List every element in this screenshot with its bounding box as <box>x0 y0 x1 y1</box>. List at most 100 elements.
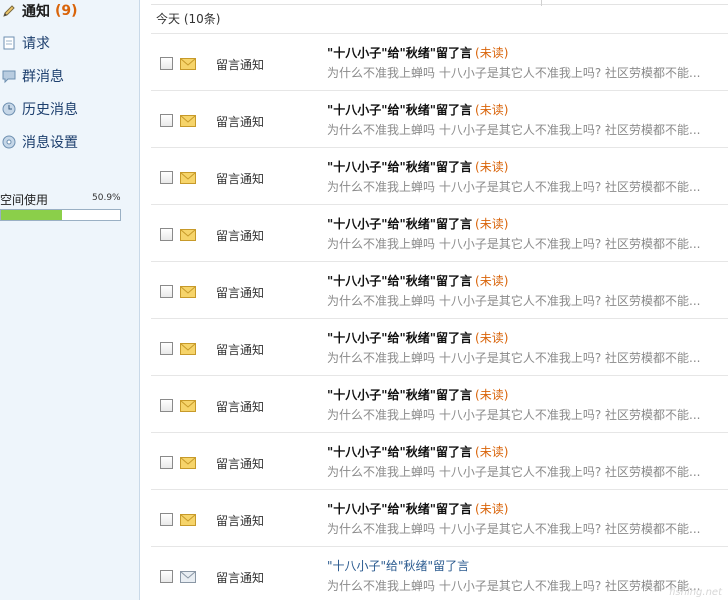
unread-status: (未读) <box>475 445 509 459</box>
sidebar-item-label: 消息设置 <box>22 135 78 151</box>
row-checkbox[interactable] <box>160 114 173 127</box>
space-usage-fill <box>1 210 62 220</box>
notification-row[interactable]: 留言通知 "十八小子"给"秋绪"留了言 (未读) 为什么不准我上蝉吗 十八小子是其它人… <box>151 490 728 547</box>
mail-unread-icon <box>180 514 196 526</box>
notification-type: 留言通知 <box>216 343 265 357</box>
sidebar-item-label: 请求 <box>22 36 50 52</box>
notification-preview: 为什么不准我上蝉吗 十八小子是其它人不准我上吗? 社区劳模都不能... <box>327 66 701 80</box>
mail-unread-icon <box>180 457 196 469</box>
notification-row[interactable]: 留言通知 "十八小子"给"秋绪"留了言 (未读) 为什么不准我上蝉吗 十八小子是其它人… <box>151 319 728 376</box>
notification-row[interactable]: 留言通知 "十八小子"给"秋绪"留了言 (未读) 为什么不准我上蝉吗 十八小子是其它人… <box>151 433 728 490</box>
unread-status: (未读) <box>475 274 509 288</box>
sidebar-item-label: 群消息 <box>22 69 64 85</box>
space-usage-percent: 50.9% <box>92 193 121 203</box>
notification-preview: 为什么不准我上蝉吗 十八小子是其它人不准我上吗? 社区劳模都不能... <box>327 123 701 137</box>
unread-status: (未读) <box>475 331 509 345</box>
notification-title: "十八小子"给"秋绪"留了言 <box>327 502 473 516</box>
notification-title-link[interactable]: "十八小子"给"秋绪"留了言 (未读) <box>327 329 508 346</box>
row-checkbox[interactable] <box>160 285 173 298</box>
notification-row[interactable]: 留言通知 "十八小子"给"秋绪"留了言 (未读) 为什么不准我上蝉吗 十八小子是其它人… <box>151 262 728 319</box>
chat-icon <box>1 68 17 84</box>
notification-title: "十八小子"给"秋绪"留了言 <box>327 388 473 402</box>
mail-unread-icon <box>180 229 196 241</box>
row-checkbox[interactable] <box>160 57 173 70</box>
notification-row[interactable]: 留言通知 "十八小子"给"秋绪"留了言 (未读) 为什么不准我上蝉吗 十八小子是其它人… <box>151 148 728 205</box>
top-divider <box>151 0 728 5</box>
mail-unread-icon <box>180 343 196 355</box>
pencil-icon <box>1 3 17 19</box>
notification-title-link[interactable]: "十八小子"给"秋绪"留了言 (未读) <box>327 500 508 517</box>
mail-unread-icon <box>180 172 196 184</box>
row-checkbox[interactable] <box>160 399 173 412</box>
row-checkbox[interactable] <box>160 570 173 583</box>
row-checkbox[interactable] <box>160 513 173 526</box>
mail-unread-icon <box>180 286 196 298</box>
notification-title-link[interactable]: "十八小子"给"秋绪"留了言 (未读) <box>327 215 508 232</box>
notification-type: 留言通知 <box>216 286 265 300</box>
notification-title-link[interactable]: "十八小子"给"秋绪"留了言 (未读) <box>327 44 508 61</box>
sidebar-item-notifications[interactable]: 通知 (9) <box>0 0 139 22</box>
notification-title: "十八小子"给"秋绪"留了言 <box>327 274 473 288</box>
sidebar-item-group-messages[interactable]: 群消息 <box>0 65 139 87</box>
row-checkbox[interactable] <box>160 456 173 469</box>
notification-title: "十八小子"给"秋绪"留了言 <box>327 103 473 117</box>
clock-icon <box>1 101 17 117</box>
sidebar-item-requests[interactable]: 请求 <box>0 32 139 54</box>
notification-preview: 为什么不准我上蝉吗 十八小子是其它人不准我上吗? 社区劳模都不能... <box>327 351 701 365</box>
unread-status: (未读) <box>475 502 509 516</box>
notification-title-link[interactable]: "十八小子"给"秋绪"留了言 (未读) <box>327 443 508 460</box>
group-title: 今天 (10条) <box>156 12 221 26</box>
sidebar-item-settings[interactable]: 消息设置 <box>0 131 139 153</box>
notification-preview: 为什么不准我上蝉吗 十八小子是其它人不准我上吗? 社区劳模都不能... <box>327 522 701 536</box>
unread-status: (未读) <box>475 103 509 117</box>
notification-type: 留言通知 <box>216 172 265 186</box>
notification-row[interactable]: 留言通知 "十八小子"给"秋绪"留了言为什么不准我上蝉吗 十八小子是其它人不准我上… <box>151 547 728 600</box>
watermark: fishing.net <box>668 587 722 598</box>
notification-preview: 为什么不准我上蝉吗 十八小子是其它人不准我上吗? 社区劳模都不能... <box>327 408 701 422</box>
notification-type: 留言通知 <box>216 115 265 129</box>
sidebar-item-label: 通知 <box>22 4 50 20</box>
notification-title: "十八小子"给"秋绪"留了言 <box>327 445 473 459</box>
notification-title: "十八小子"给"秋绪"留了言 <box>327 217 473 231</box>
unread-status: (未读) <box>475 46 509 60</box>
sidebar-item-label: 历史消息 <box>22 102 78 118</box>
mail-unread-icon <box>180 115 196 127</box>
gear-icon <box>1 134 17 150</box>
notification-row[interactable]: 留言通知 "十八小子"给"秋绪"留了言 (未读) 为什么不准我上蝉吗 十八小子是其它人… <box>151 34 728 91</box>
notification-preview: 为什么不准我上蝉吗 十八小子是其它人不准我上吗? 社区劳模都不能... <box>327 294 701 308</box>
notification-type: 留言通知 <box>216 457 265 471</box>
notification-row[interactable]: 留言通知 "十八小子"给"秋绪"留了言 (未读) 为什么不准我上蝉吗 十八小子是其它人… <box>151 376 728 433</box>
notification-list-panel: 今天 (10条) 留言通知 "十八小子"给"秋绪"留了言 (未读) 为什么不准我上蝉吗… <box>141 0 728 600</box>
notification-type: 留言通知 <box>216 229 265 243</box>
notification-title-link[interactable]: "十八小子"给"秋绪"留了言 (未读) <box>327 272 508 289</box>
notification-type: 留言通知 <box>216 400 265 414</box>
sidebar-item-history[interactable]: 历史消息 <box>0 98 139 120</box>
notification-title: "十八小子"给"秋绪"留了言 <box>327 46 473 60</box>
notification-preview: 为什么不准我上蝉吗 十八小子是其它人不准我上吗? 社区劳模都不能... <box>327 465 701 479</box>
notification-type: 留言通知 <box>216 514 265 528</box>
unread-status: (未读) <box>475 160 509 174</box>
top-divider-notch <box>541 0 542 6</box>
notification-row[interactable]: 留言通知 "十八小子"给"秋绪"留了言 (未读) 为什么不准我上蝉吗 十八小子是其它人… <box>151 91 728 148</box>
notification-title-link[interactable]: "十八小子"给"秋绪"留了言 (未读) <box>327 101 508 118</box>
notification-type: 留言通知 <box>216 571 265 585</box>
notification-title-link[interactable]: "十八小子"给"秋绪"留了言 <box>327 557 472 574</box>
row-checkbox[interactable] <box>160 171 173 184</box>
row-checkbox[interactable] <box>160 342 173 355</box>
notification-title: "十八小子"给"秋绪"留了言 <box>327 160 473 174</box>
notification-title-link[interactable]: "十八小子"给"秋绪"留了言 (未读) <box>327 386 508 403</box>
notification-title: "十八小子"给"秋绪"留了言 <box>327 559 470 573</box>
space-usage-label: 空间使用 <box>0 193 49 207</box>
notification-title-link[interactable]: "十八小子"给"秋绪"留了言 (未读) <box>327 158 508 175</box>
unread-status: (未读) <box>475 388 509 402</box>
notification-title: "十八小子"给"秋绪"留了言 <box>327 331 473 345</box>
notification-preview: 为什么不准我上蝉吗 十八小子是其它人不准我上吗? 社区劳模都不能... <box>327 180 701 194</box>
row-checkbox[interactable] <box>160 228 173 241</box>
mail-open-icon <box>180 571 196 583</box>
space-usage-bar <box>0 209 121 221</box>
notification-count-badge: (9) <box>55 3 78 19</box>
notification-row[interactable]: 留言通知 "十八小子"给"秋绪"留了言 (未读) 为什么不准我上蝉吗 十八小子是其它人… <box>151 205 728 262</box>
notification-preview: 为什么不准我上蝉吗 十八小子是其它人不准我上吗? 社区劳模都不能... <box>327 237 701 251</box>
notification-preview: 为什么不准我上蝉吗 十八小子是其它人不准我上吗? 社区劳模都不能... <box>327 579 701 593</box>
mail-unread-icon <box>180 400 196 412</box>
